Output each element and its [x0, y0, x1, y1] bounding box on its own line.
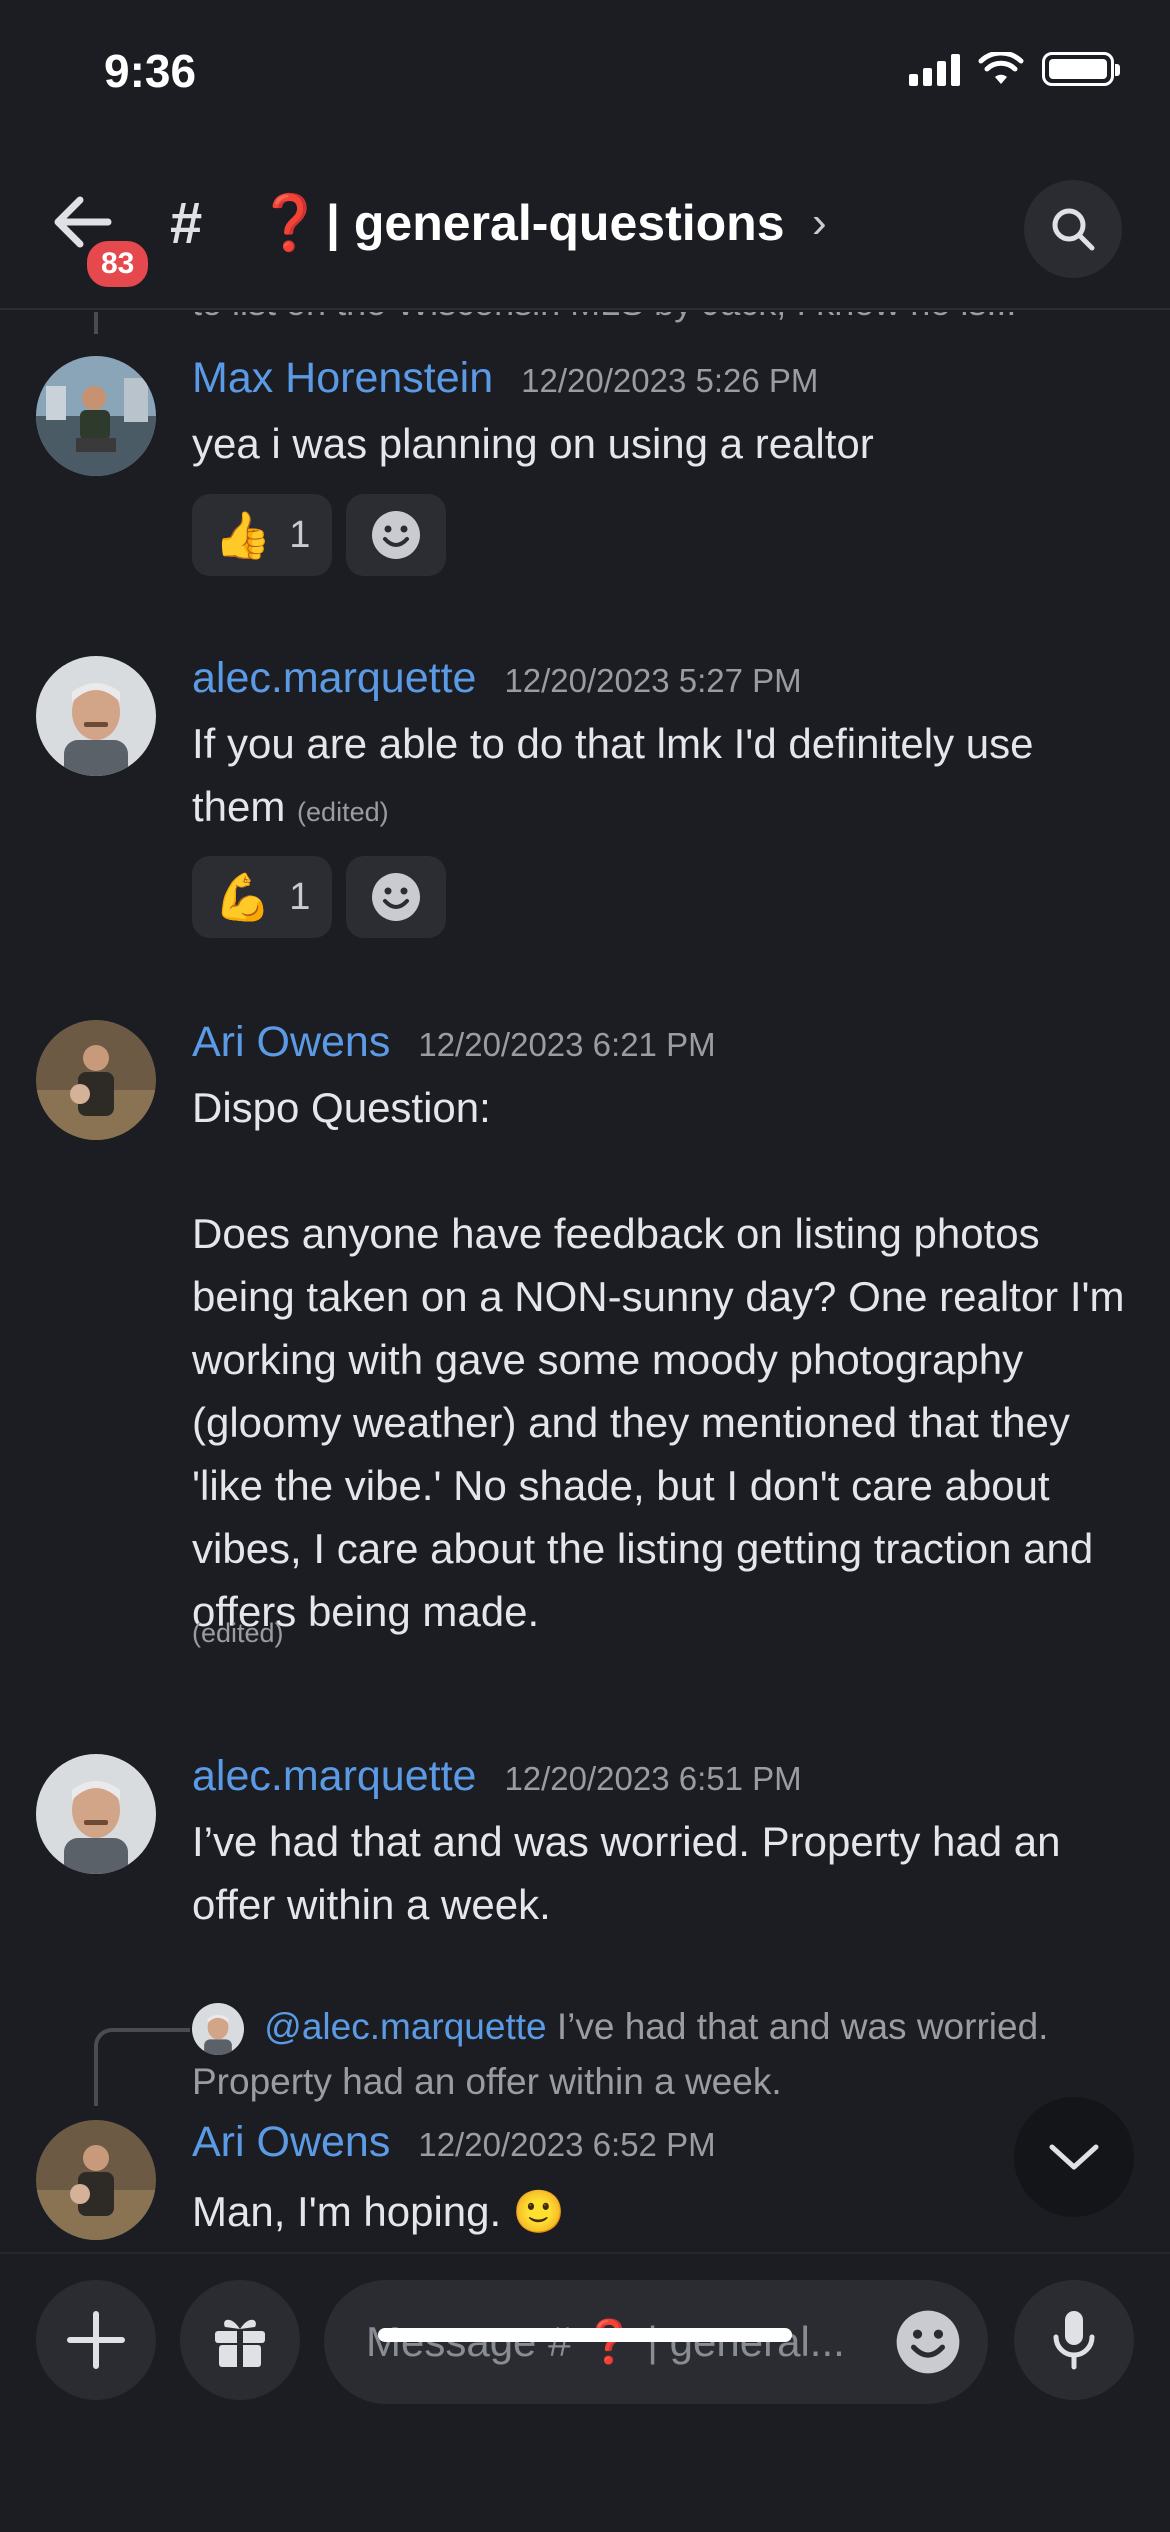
- message-text-line: Dispo Question:: [192, 1084, 491, 1131]
- add-reaction-button[interactable]: [346, 494, 447, 576]
- status-bar: 9:36: [0, 0, 1170, 150]
- author-name[interactable]: Ari Owens: [192, 2118, 390, 2167]
- timestamp: 12/20/2023 6:52 PM: [418, 2126, 716, 2163]
- author-name[interactable]: Ari Owens: [192, 1018, 390, 1067]
- add-reaction-button[interactable]: [346, 856, 447, 938]
- cellular-signal-icon: [909, 52, 960, 86]
- reaction-count: 1: [289, 513, 311, 556]
- channel-header: 83 # ❓ | general-questions ›: [0, 150, 1170, 310]
- chevron-down-icon: [1049, 2144, 1099, 2170]
- message-input-placeholder: Message # ❓ | general...: [366, 2318, 845, 2367]
- message-text-paragraph: Does anyone have feedback on listing pho…: [192, 1210, 1125, 1635]
- channel-name[interactable]: | general-questions: [326, 194, 785, 252]
- add-reaction-icon: [372, 873, 421, 921]
- status-time: 9:36: [104, 45, 197, 97]
- reaction-thumbs-up[interactable]: 👍 1: [192, 494, 333, 576]
- message-text: I’ve had that and was worried. Property …: [192, 1818, 1061, 1928]
- add-reaction-icon: [372, 511, 421, 559]
- battery-icon: [1042, 52, 1120, 86]
- thumbs-up-icon: 👍: [214, 508, 272, 561]
- unread-badge: 83: [82, 236, 154, 292]
- plus-icon: [67, 2311, 125, 2369]
- search-button[interactable]: [1024, 180, 1122, 278]
- gift-icon: [215, 2319, 265, 2367]
- timestamp: 12/20/2023 6:51 PM: [504, 1760, 802, 1797]
- search-icon: [1052, 208, 1095, 251]
- timestamp: 12/20/2023 6:21 PM: [418, 1026, 716, 1063]
- gift-button[interactable]: [180, 2280, 300, 2400]
- cutoff-message-text: to list on the Wisconsin MLS by Jack, I …: [192, 312, 1016, 324]
- message-input[interactable]: Message # ❓ | general...: [324, 2280, 988, 2404]
- message-composer: Message # ❓ | general...: [0, 2252, 1170, 2532]
- reply-preview[interactable]: @alec.marquette I’ve had that and was wo…: [192, 2000, 1130, 2109]
- wifi-icon: [978, 52, 1024, 84]
- author-name[interactable]: alec.marquette: [192, 654, 476, 703]
- message-text: yea i was planning on using a realtor: [192, 420, 874, 467]
- edited-label: (edited): [192, 1618, 284, 1648]
- edited-wrap: (edited): [192, 1610, 1134, 1651]
- author-name[interactable]: Max Horenstein: [192, 354, 493, 403]
- emoji-icon[interactable]: [894, 2308, 962, 2376]
- message-text: If you are able to do that lmk I'd defin…: [192, 712, 1134, 844]
- message-list[interactable]: to list on the Wisconsin MLS by Jack, I …: [0, 312, 1170, 2252]
- status-icons: [909, 52, 1120, 86]
- channel-hash-icon: #: [170, 191, 203, 256]
- avatar[interactable]: [36, 1020, 156, 1140]
- reply-avatar: [192, 2003, 244, 2056]
- reply-connector: [94, 2028, 190, 2106]
- jump-to-present-button[interactable]: [1014, 2097, 1134, 2217]
- timestamp: 12/20/2023 5:26 PM: [521, 362, 819, 399]
- home-indicator: [378, 2328, 792, 2342]
- reaction-count: 1: [289, 875, 311, 918]
- reactions: 👍 1: [192, 494, 447, 576]
- avatar[interactable]: [36, 656, 156, 776]
- reply-mention[interactable]: @alec.marquette: [264, 2006, 546, 2047]
- thread-connector: [94, 312, 98, 334]
- reaction-flexed-biceps[interactable]: 💪 1: [192, 856, 333, 938]
- reactions: 💪 1: [192, 856, 447, 938]
- channel-emoji: ❓: [256, 193, 324, 253]
- avatar[interactable]: [36, 2120, 156, 2240]
- avatar[interactable]: [36, 356, 156, 476]
- flexed-biceps-icon: 💪: [214, 870, 272, 923]
- avatar[interactable]: [36, 1754, 156, 1874]
- microphone-icon: [1053, 2311, 1095, 2370]
- channel-chevron-icon[interactable]: ›: [812, 198, 827, 248]
- edited-label: (edited): [297, 797, 389, 827]
- message-text: Man, I'm hoping. 🙂: [192, 2188, 566, 2235]
- author-name[interactable]: alec.marquette: [192, 1752, 476, 1801]
- attach-button[interactable]: [36, 2280, 156, 2400]
- voice-message-button[interactable]: [1014, 2280, 1134, 2400]
- timestamp: 12/20/2023 5:27 PM: [504, 662, 802, 699]
